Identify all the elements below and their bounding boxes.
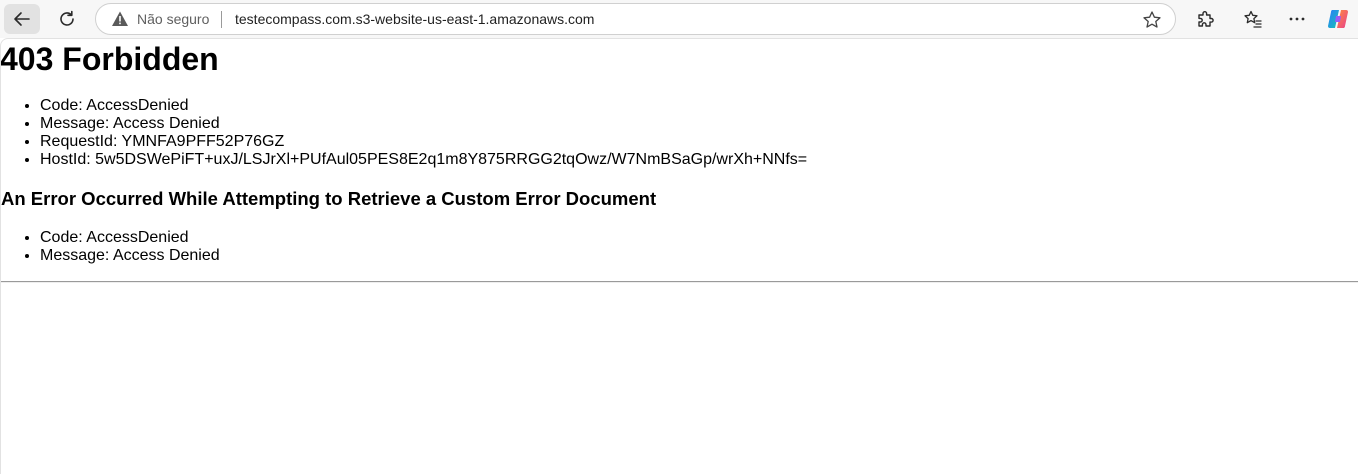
security-status-label[interactable]: Não seguro bbox=[137, 11, 209, 27]
favorites-button[interactable] bbox=[1241, 7, 1265, 31]
browser-toolbar: Não seguro testecompass.com.s3-website-u… bbox=[0, 0, 1358, 38]
back-button[interactable] bbox=[4, 4, 40, 34]
warning-triangle-icon[interactable] bbox=[111, 10, 129, 28]
copilot-button[interactable] bbox=[1326, 7, 1350, 31]
detail-code: Code: AccessDenied bbox=[40, 97, 807, 115]
refresh-icon bbox=[60, 10, 74, 26]
detail-host-id: HostId: 5w5DSWePiFT+uxJ/LSJrXl+PUfAul05P… bbox=[40, 151, 807, 169]
arrow-left-icon bbox=[14, 12, 30, 26]
horizontal-rule bbox=[1, 281, 1358, 283]
error-details-list: Code: AccessDenied Message: Access Denie… bbox=[1, 97, 807, 169]
detail-request-id: RequestId: YMNFA9PFF52P76GZ bbox=[40, 133, 807, 151]
address-bar[interactable]: Não seguro testecompass.com.s3-website-u… bbox=[95, 3, 1176, 35]
secondary-detail-code: Code: AccessDenied bbox=[40, 229, 220, 247]
page-viewport: 403 Forbidden Code: AccessDenied Message… bbox=[0, 38, 1358, 474]
puzzle-icon bbox=[1198, 11, 1214, 27]
refresh-button[interactable] bbox=[49, 4, 85, 34]
more-dots-icon bbox=[1289, 17, 1305, 21]
star-icon[interactable] bbox=[1142, 10, 1162, 30]
url-text[interactable]: testecompass.com.s3-website-us-east-1.am… bbox=[235, 11, 594, 27]
more-menu-button[interactable] bbox=[1285, 7, 1309, 31]
favorites-list-icon bbox=[1244, 10, 1262, 28]
page-title: 403 Forbidden bbox=[0, 41, 219, 77]
extensions-button[interactable] bbox=[1193, 7, 1217, 31]
copilot-icon bbox=[1328, 10, 1348, 28]
secondary-detail-message: Message: Access Denied bbox=[40, 247, 220, 265]
secondary-details-list: Code: AccessDenied Message: Access Denie… bbox=[1, 229, 220, 265]
secondary-heading: An Error Occurred While Attempting to Re… bbox=[1, 188, 657, 209]
address-separator bbox=[221, 11, 222, 28]
detail-message: Message: Access Denied bbox=[40, 115, 807, 133]
